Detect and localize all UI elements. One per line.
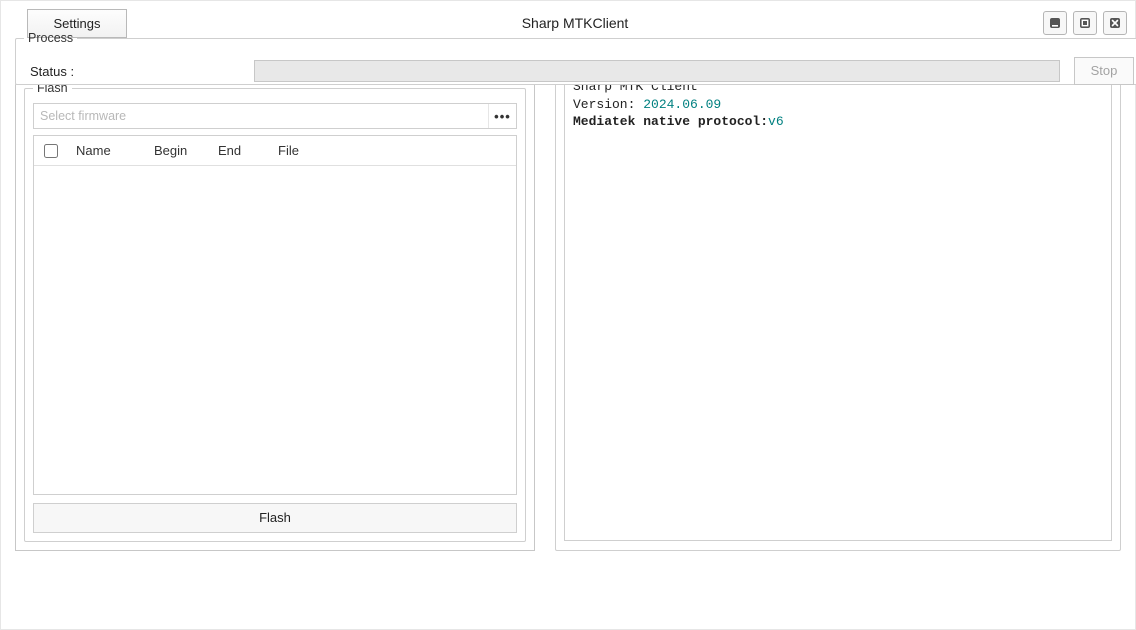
status-label: Status : [30,64,240,79]
result-line-3a: Mediatek native protocol: [573,114,768,129]
stop-button[interactable]: Stop [1074,57,1134,85]
header-file[interactable]: File [270,143,516,158]
process-group-legend: Process [24,31,77,45]
result-line-3b: v6 [768,114,784,129]
maximize-icon [1078,16,1092,30]
flash-button[interactable]: Flash [33,503,517,533]
firmware-input[interactable] [34,104,488,128]
partition-table: Name Begin End File [33,135,517,495]
minimize-icon [1048,16,1062,30]
right-panel: Result Sharp MTK Client Version: 2024.06… [555,49,1121,551]
result-group: Result Sharp MTK Client Version: 2024.06… [555,49,1121,551]
partition-table-header: Name Begin End File [34,136,516,166]
header-begin[interactable]: Begin [146,143,210,158]
select-all-checkbox[interactable] [44,144,58,158]
flash-group: Flash ••• Name Begin End [24,81,526,542]
header-checkbox-cell [34,144,68,158]
main-content: Flasher Features Network Partition Manag… [15,49,1121,551]
progress-bar [254,60,1060,82]
browse-firmware-button[interactable]: ••• [488,104,516,128]
result-line-2b: 2024.06.09 [643,97,721,112]
result-log[interactable]: Sharp MTK Client Version: 2024.06.09 Med… [564,71,1112,541]
app-window: Settings Sharp MTKClient [0,0,1136,630]
header-name[interactable]: Name [68,143,146,158]
firmware-selector: ••• [33,103,517,129]
left-panel: Flasher Features Network Partition Manag… [15,49,535,551]
result-line-2a: Version: [573,97,643,112]
close-icon [1108,16,1122,30]
tab-body-flasher: Flash ••• Name Begin End [15,75,535,551]
process-inner: Status : Stop [24,53,1136,85]
process-group: Process Status : Stop [15,31,1136,85]
partition-table-body [34,166,516,494]
header-end[interactable]: End [210,143,270,158]
window-title: Sharp MTKClient [127,15,1043,31]
